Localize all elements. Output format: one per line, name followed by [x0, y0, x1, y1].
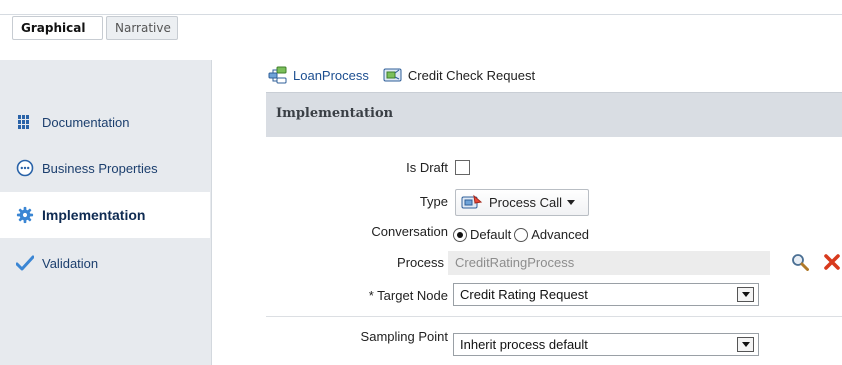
sidebar-item-implementation[interactable]: Implementation — [0, 192, 210, 238]
process-label: Process — [397, 255, 444, 270]
is-draft-label: Is Draft — [406, 160, 448, 175]
conversation-default-radio[interactable] — [453, 227, 467, 242]
is-draft-checkbox[interactable] — [455, 160, 470, 175]
process-field: CreditRatingProcess — [448, 251, 770, 275]
section-title: Implementation — [276, 106, 394, 121]
tab-graphical[interactable]: Graphical — [12, 16, 103, 40]
target-node-label: * Target Node — [368, 288, 448, 303]
sidebar-item-business-properties[interactable]: Business Properties — [0, 145, 210, 191]
sidebar-item-label: Validation — [42, 255, 99, 271]
ellipsis-circle-icon — [16, 159, 34, 177]
section-header: Implementation — [266, 92, 842, 137]
breadcrumb-activity-label: Credit Check Request — [407, 67, 536, 83]
process-call-icon — [461, 194, 483, 212]
type-label: Type — [419, 194, 448, 209]
sidebar: Documentation Business Properties Implem… — [0, 60, 212, 365]
sidebar-item-label: Implementation — [42, 207, 146, 223]
conversation-default-label[interactable]: Default — [470, 227, 511, 242]
breadcrumb-activity: Credit Check Request — [383, 67, 535, 83]
chevron-down-icon — [566, 200, 575, 205]
gear-icon — [16, 206, 34, 224]
tab-narrative[interactable]: Narrative — [106, 16, 178, 40]
breadcrumb-process[interactable]: LoanProcess — [268, 66, 369, 84]
sampling-point-select[interactable]: Inherit process default — [453, 333, 759, 356]
delete-x-icon[interactable] — [822, 252, 842, 272]
chevron-down-icon[interactable] — [737, 337, 754, 352]
sampling-point-label: Sampling Point — [360, 329, 448, 344]
sidebar-item-validation[interactable]: Validation — [0, 240, 210, 286]
conversation-advanced-label[interactable]: Advanced — [531, 227, 589, 242]
sidebar-item-label: Documentation — [42, 114, 130, 130]
conversation-advanced-radio[interactable] — [514, 227, 529, 242]
type-value: Process Call — [489, 195, 562, 210]
target-node-value: Credit Rating Request — [460, 287, 588, 302]
checkmark-icon — [16, 254, 34, 272]
breadcrumb: LoanProcess Credit Check Request — [268, 64, 549, 86]
process-flow-icon — [268, 66, 288, 84]
conversation-radio-group: Default Advanced — [453, 227, 589, 242]
search-icon[interactable] — [790, 252, 810, 272]
target-node-select[interactable]: Credit Rating Request — [453, 283, 759, 306]
documentation-grid-icon — [16, 113, 34, 131]
chevron-down-icon[interactable] — [737, 287, 754, 302]
view-tab-bar: Graphical Narrative — [0, 0, 842, 48]
conversation-label: Conversation — [371, 224, 448, 239]
type-dropdown-button[interactable]: Process Call — [455, 189, 589, 216]
sampling-point-value: Inherit process default — [460, 337, 588, 352]
tab-bar-divider — [0, 14, 842, 15]
breadcrumb-process-link[interactable]: LoanProcess — [293, 68, 369, 83]
activity-icon — [383, 67, 403, 83]
form-divider — [266, 316, 842, 317]
sidebar-item-label: Business Properties — [42, 160, 158, 176]
sidebar-item-documentation[interactable]: Documentation — [0, 99, 210, 145]
